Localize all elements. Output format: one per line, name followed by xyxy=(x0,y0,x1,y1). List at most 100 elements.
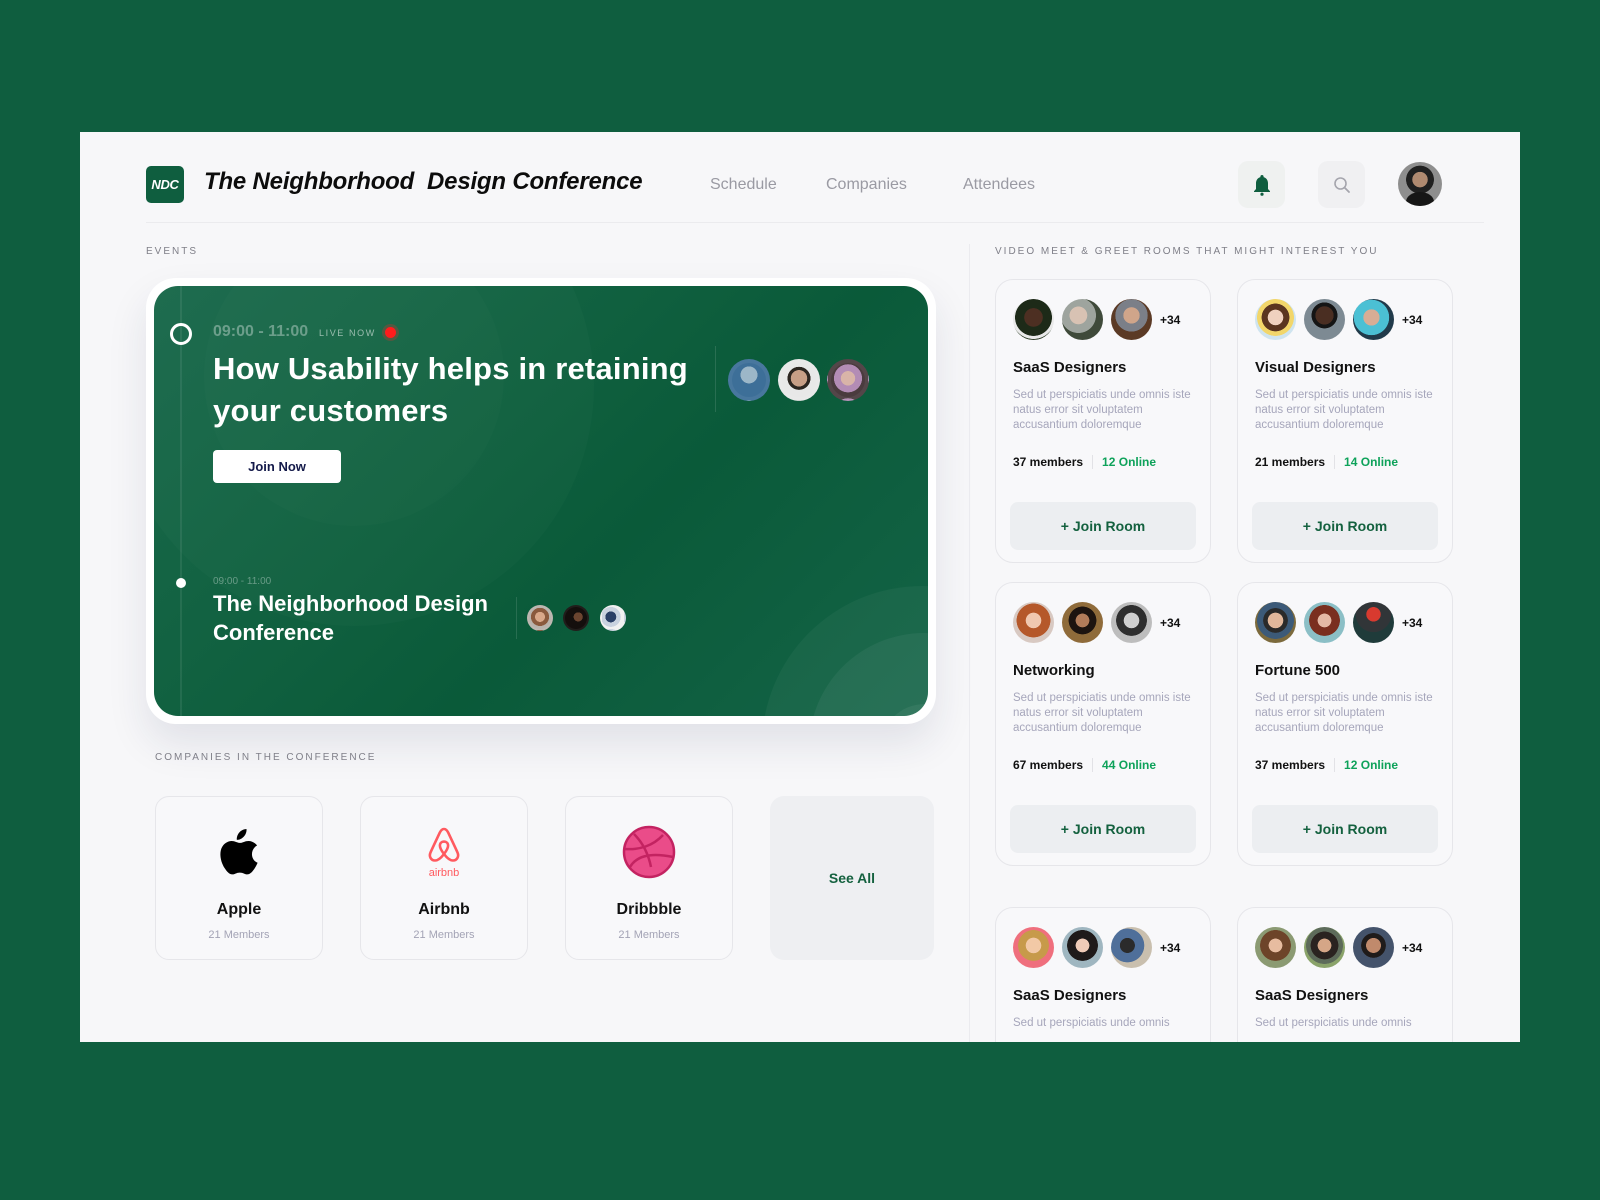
search-button[interactable] xyxy=(1318,161,1365,208)
online-count: 12 Online xyxy=(1344,758,1399,772)
member-avatar[interactable] xyxy=(1062,927,1103,968)
member-avatar[interactable] xyxy=(1304,602,1345,643)
room-name: SaaS Designers xyxy=(1013,987,1127,1004)
member-avatar[interactable] xyxy=(1255,602,1296,643)
timeline-line xyxy=(180,286,182,716)
member-avatar[interactable] xyxy=(1255,927,1296,968)
header-divider xyxy=(146,222,1484,223)
join-room-button[interactable]: + Join Room xyxy=(1252,805,1438,853)
more-members-count: +34 xyxy=(1160,615,1181,630)
more-members-count: +34 xyxy=(1160,940,1181,955)
company-members: 21 Members xyxy=(413,929,475,941)
member-avatar[interactable] xyxy=(1353,927,1394,968)
divider xyxy=(1092,455,1094,469)
nav-companies[interactable]: Companies xyxy=(826,176,907,194)
member-avatars: +34 xyxy=(1013,927,1180,968)
member-avatar[interactable] xyxy=(1013,299,1054,340)
room-name: Networking xyxy=(1013,662,1095,679)
attendee-avatar[interactable] xyxy=(728,359,770,401)
member-avatars: +34 xyxy=(1255,299,1422,340)
company-card-dribbble[interactable]: Dribbble 21 Members xyxy=(565,796,733,960)
member-avatar[interactable] xyxy=(1111,602,1152,643)
attendee-avatar[interactable] xyxy=(527,605,553,631)
member-count: 37 members xyxy=(1255,758,1326,772)
member-count: 21 members xyxy=(1255,455,1326,469)
events-card: 09:00 - 11:00 LIVE NOW How Usability hel… xyxy=(146,278,936,724)
member-avatar[interactable] xyxy=(1013,927,1054,968)
live-event-time: 09:00 - 11:00 xyxy=(213,323,309,340)
events-panel: 09:00 - 11:00 LIVE NOW How Usability hel… xyxy=(154,286,928,716)
member-avatars: +34 xyxy=(1255,602,1422,643)
company-name: Airbnb xyxy=(418,901,470,918)
room-card: +34 SaaS Designers Sed ut perspiciatis u… xyxy=(1237,907,1453,1042)
attendee-avatar[interactable] xyxy=(778,359,820,401)
svg-text:airbnb: airbnb xyxy=(429,867,460,879)
timeline-marker xyxy=(176,578,186,588)
rooms-label: VIDEO MEET & GREET ROOMS THAT MIGHT INTE… xyxy=(995,246,1379,257)
companies-label: COMPANIES IN THE CONFERENCE xyxy=(155,752,377,763)
room-card: +34 SaaS Designers Sed ut perspiciatis u… xyxy=(995,279,1211,563)
upcoming-event-time: 09:00 - 11:00 xyxy=(213,576,272,587)
company-members: 21 Members xyxy=(208,929,270,941)
more-members-count: +34 xyxy=(1402,940,1423,955)
member-avatar[interactable] xyxy=(1353,602,1394,643)
app-window: NDC The Neighborhood Design Conference S… xyxy=(80,132,1520,1042)
more-members-count: +34 xyxy=(1402,312,1423,327)
search-icon xyxy=(1333,176,1350,193)
member-avatar[interactable] xyxy=(1255,299,1296,340)
upcoming-event-title[interactable]: The Neighborhood Design Conference xyxy=(213,589,523,647)
company-members: 21 Members xyxy=(618,929,680,941)
see-all-companies-button[interactable]: See All xyxy=(770,796,934,960)
divider xyxy=(1092,758,1094,772)
room-name: Fortune 500 xyxy=(1255,662,1341,679)
events-label: EVENTS xyxy=(146,246,199,257)
room-description: Sed ut perspiciatis unde omnis xyxy=(1013,1017,1170,1029)
company-card-airbnb[interactable]: airbnb Airbnb 21 Members xyxy=(360,796,528,960)
user-avatar[interactable] xyxy=(1398,162,1442,206)
company-card-apple[interactable]: Apple 21 Members xyxy=(155,796,323,960)
nav-schedule[interactable]: Schedule xyxy=(710,176,777,194)
room-card: +34 SaaS Designers Sed ut perspiciatis u… xyxy=(995,907,1211,1042)
attendee-avatar[interactable] xyxy=(563,605,589,631)
divider xyxy=(1334,455,1336,469)
company-name: Apple xyxy=(216,901,262,918)
join-room-button[interactable]: + Join Room xyxy=(1010,805,1196,853)
nav-attendees[interactable]: Attendees xyxy=(963,176,1035,194)
member-avatars: +34 xyxy=(1255,927,1422,968)
airbnb-logo-icon: airbnb xyxy=(428,827,460,879)
room-name: SaaS Designers xyxy=(1255,987,1369,1004)
member-avatar[interactable] xyxy=(1304,299,1345,340)
member-avatar[interactable] xyxy=(1013,602,1054,643)
member-avatar[interactable] xyxy=(1111,299,1152,340)
room-card: +34 Fortune 500 Sed ut perspiciatis unde… xyxy=(1237,582,1453,866)
attendee-avatar[interactable] xyxy=(827,359,869,401)
member-avatar[interactable] xyxy=(1111,927,1152,968)
member-avatar[interactable] xyxy=(1304,927,1345,968)
room-stats: 37 members 12 Online xyxy=(1255,758,1398,772)
room-name: Visual Designers xyxy=(1255,359,1376,376)
attendee-avatar[interactable] xyxy=(600,605,626,631)
member-avatar[interactable] xyxy=(1062,299,1103,340)
member-avatar[interactable] xyxy=(1353,299,1394,340)
member-avatar[interactable] xyxy=(1062,602,1103,643)
ndc-logo[interactable]: NDC xyxy=(146,166,184,203)
notifications-button[interactable] xyxy=(1238,161,1285,208)
join-room-button[interactable]: + Join Room xyxy=(1252,502,1438,550)
more-members-count: +34 xyxy=(1402,615,1423,630)
conference-title: The Neighborhood Design Conference xyxy=(204,168,643,195)
room-card: +34 Networking Sed ut perspiciatis unde … xyxy=(995,582,1211,866)
divider xyxy=(516,597,517,639)
company-name: Dribbble xyxy=(616,901,682,918)
live-event-title[interactable]: How Usability helps in retaining your cu… xyxy=(213,348,713,432)
online-count: 12 Online xyxy=(1102,455,1157,469)
join-now-button[interactable]: Join Now xyxy=(213,450,341,483)
member-avatars: +34 xyxy=(1013,602,1180,643)
join-room-button[interactable]: + Join Room xyxy=(1010,502,1196,550)
timeline-marker-active xyxy=(170,323,192,345)
divider xyxy=(1334,758,1336,772)
member-count: 67 members xyxy=(1013,758,1084,772)
room-description: Sed ut perspiciatis unde omnis xyxy=(1255,1017,1412,1029)
room-name: SaaS Designers xyxy=(1013,359,1127,376)
room-description: Sed ut perspiciatis unde omnis iste natu… xyxy=(1255,389,1433,431)
room-description: Sed ut perspiciatis unde omnis iste natu… xyxy=(1013,692,1191,734)
